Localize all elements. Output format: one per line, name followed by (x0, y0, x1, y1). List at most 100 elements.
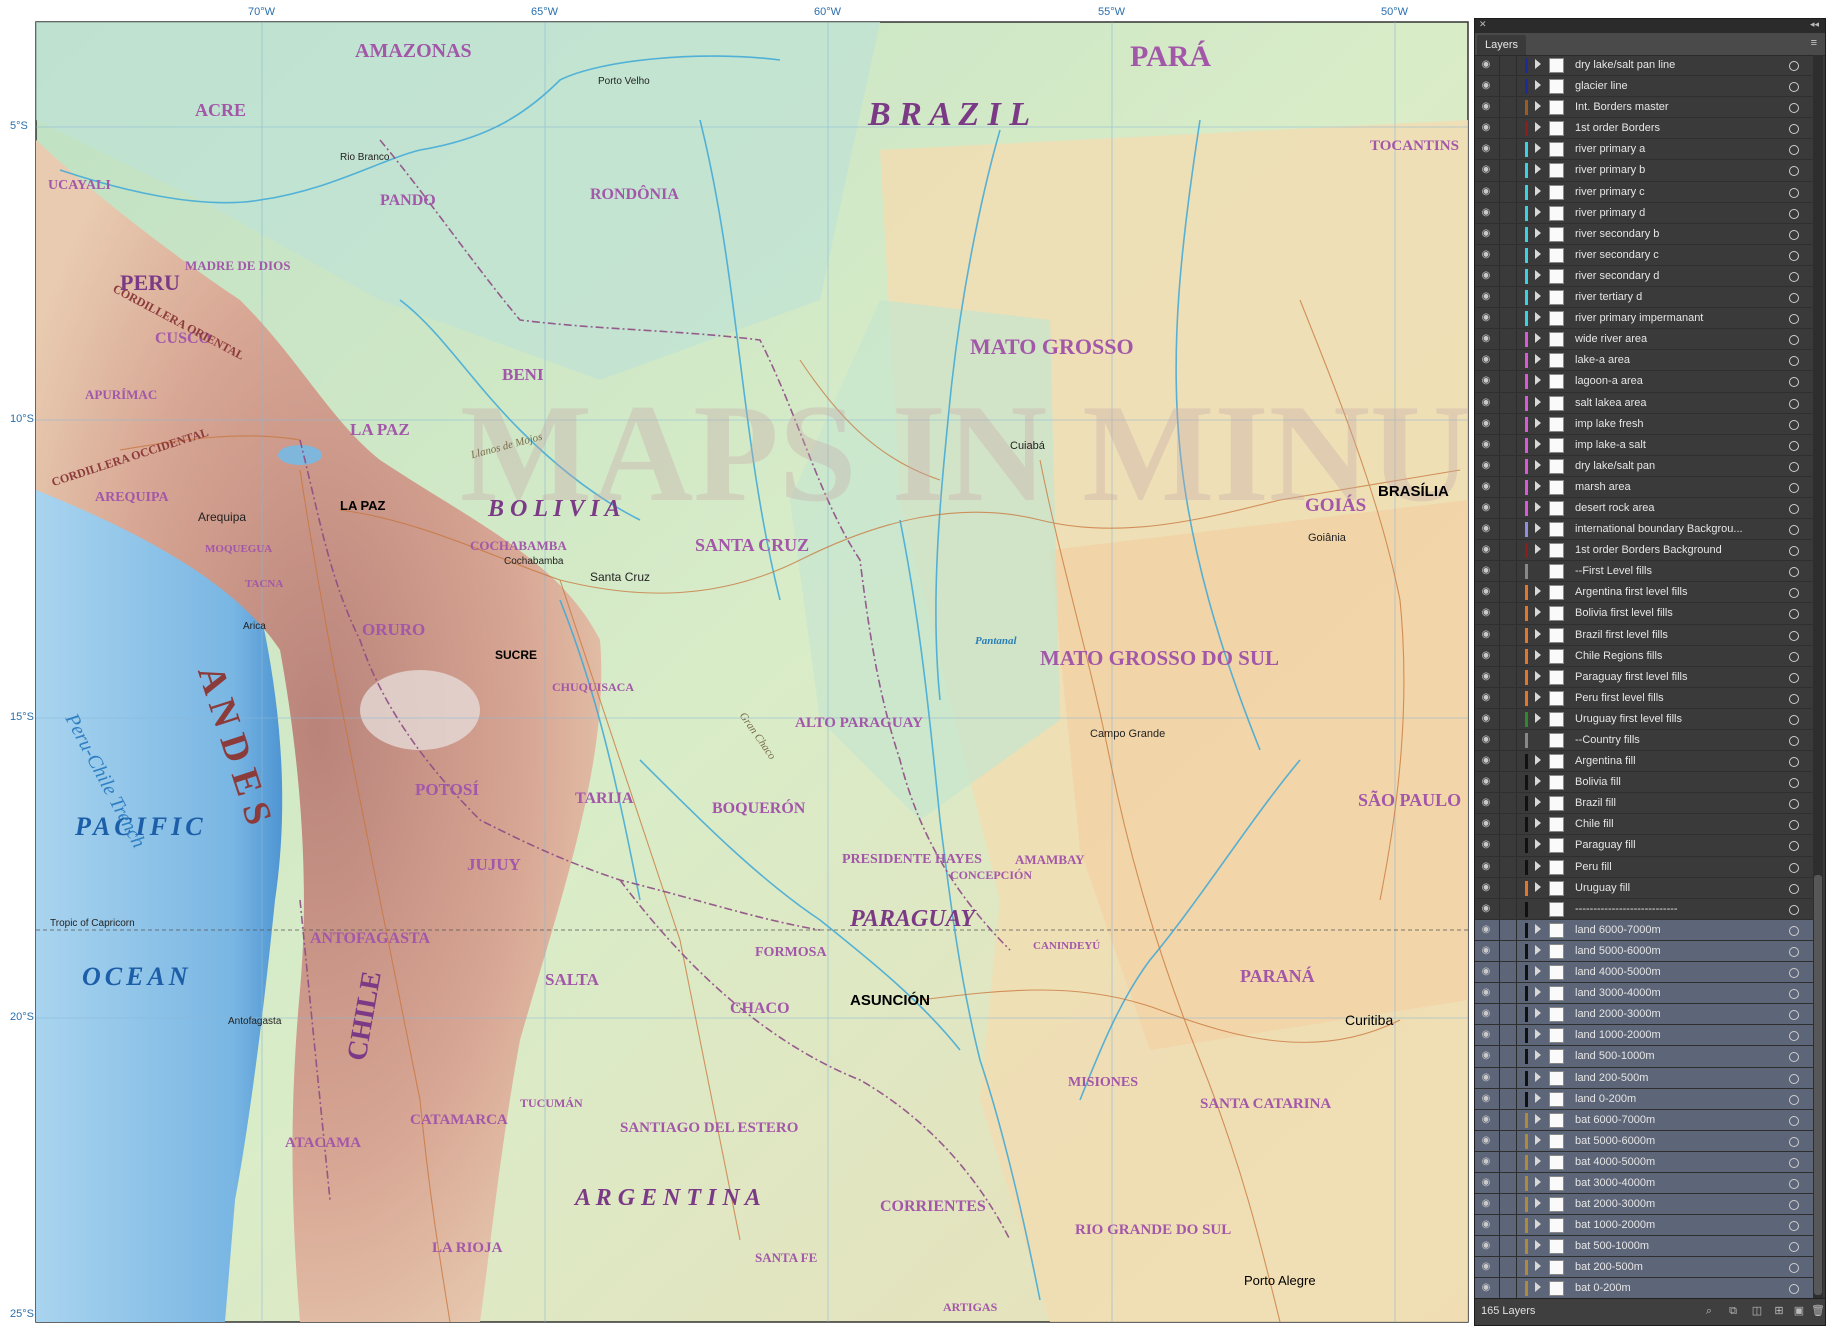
layer-row[interactable]: ◉ river primary d (1475, 202, 1813, 224)
eye-icon[interactable]: ◉ (1479, 924, 1493, 936)
expand-triangle-icon[interactable] (1535, 227, 1541, 238)
eye-icon[interactable]: ◉ (1479, 861, 1493, 873)
layer-row[interactable]: ◉ Brazil first level fills (1475, 624, 1813, 646)
lock-toggle[interactable] (1499, 160, 1517, 181)
layer-row[interactable]: ◉ bat 5000-6000m (1475, 1130, 1813, 1152)
layer-name[interactable]: glacier line (1575, 76, 1628, 97)
eye-icon[interactable]: ◉ (1479, 839, 1493, 851)
layer-row[interactable]: ◉ river primary impermanant (1475, 308, 1813, 330)
expand-triangle-icon[interactable] (1535, 923, 1541, 934)
lock-toggle[interactable] (1499, 413, 1517, 434)
lock-toggle[interactable] (1499, 223, 1517, 244)
layer-row[interactable]: ◉ Brazil fill (1475, 793, 1813, 815)
layer-name[interactable]: Brazil fill (1575, 793, 1616, 814)
lock-toggle[interactable] (1499, 497, 1517, 519)
lock-toggle[interactable] (1499, 687, 1517, 708)
lock-toggle[interactable] (1499, 814, 1517, 835)
eye-icon[interactable]: ◉ (1479, 797, 1493, 809)
layer-name[interactable]: bat 3000-4000m (1575, 1173, 1655, 1194)
lock-toggle[interactable] (1499, 603, 1517, 624)
layer-row[interactable]: ◉ land 6000-7000m (1475, 919, 1813, 941)
lock-toggle[interactable] (1499, 793, 1517, 814)
lock-toggle[interactable] (1499, 1257, 1517, 1278)
layer-name[interactable]: land 500-1000m (1575, 1046, 1655, 1067)
layer-name[interactable]: 1st order Borders (1575, 118, 1660, 139)
layer-row[interactable]: ◉ glacier line (1475, 76, 1813, 98)
layer-name[interactable]: land 6000-7000m (1575, 920, 1661, 941)
lock-toggle[interactable] (1499, 1215, 1517, 1236)
lock-toggle[interactable] (1499, 181, 1517, 202)
lock-toggle[interactable] (1499, 730, 1517, 751)
expand-triangle-icon[interactable] (1535, 480, 1541, 491)
target-circle-icon[interactable] (1789, 335, 1799, 346)
lock-toggle[interactable] (1499, 329, 1517, 350)
layer-row[interactable]: ◉ lagoon-a area (1475, 371, 1813, 393)
layer-name[interactable]: bat 5000-6000m (1575, 1131, 1655, 1152)
target-circle-icon[interactable] (1789, 1242, 1799, 1253)
lock-toggle[interactable] (1499, 519, 1517, 540)
expand-triangle-icon[interactable] (1535, 501, 1541, 512)
lock-toggle[interactable] (1499, 308, 1517, 329)
target-circle-icon[interactable] (1789, 925, 1799, 936)
lock-toggle[interactable] (1499, 1236, 1517, 1257)
expand-triangle-icon[interactable] (1535, 1219, 1541, 1230)
lock-toggle[interactable] (1499, 434, 1517, 455)
target-circle-icon[interactable] (1789, 229, 1799, 240)
target-circle-icon[interactable] (1789, 1284, 1799, 1295)
eye-icon[interactable]: ◉ (1479, 1198, 1493, 1210)
layer-name[interactable]: bat 4000-5000m (1575, 1152, 1655, 1173)
target-circle-icon[interactable] (1789, 630, 1799, 641)
eye-icon[interactable]: ◉ (1479, 882, 1493, 894)
layer-name[interactable]: land 2000-3000m (1575, 1004, 1661, 1025)
eye-icon[interactable]: ◉ (1479, 439, 1493, 451)
target-circle-icon[interactable] (1789, 82, 1799, 93)
layer-row[interactable]: ◉ Paraguay first level fills (1475, 666, 1813, 688)
expand-triangle-icon[interactable] (1535, 839, 1541, 850)
eye-icon[interactable]: ◉ (1479, 354, 1493, 366)
target-circle-icon[interactable] (1789, 968, 1799, 979)
eye-icon[interactable]: ◉ (1479, 80, 1493, 92)
eye-icon[interactable]: ◉ (1479, 270, 1493, 282)
lock-toggle[interactable] (1499, 287, 1517, 308)
eye-icon[interactable]: ◉ (1479, 249, 1493, 261)
layer-row[interactable]: ◉ marsh area (1475, 476, 1813, 498)
target-circle-icon[interactable] (1789, 377, 1799, 388)
layer-name[interactable]: river tertiary d (1575, 287, 1642, 308)
layer-row[interactable]: ◉ Chile Regions fills (1475, 645, 1813, 667)
eye-icon[interactable]: ◉ (1479, 143, 1493, 155)
expand-triangle-icon[interactable] (1535, 797, 1541, 808)
expand-triangle-icon[interactable] (1535, 269, 1541, 280)
target-circle-icon[interactable] (1789, 883, 1799, 894)
target-circle-icon[interactable] (1789, 672, 1799, 683)
expand-triangle-icon[interactable] (1535, 291, 1541, 302)
new-layer-icon[interactable]: ▣ (1793, 1305, 1805, 1317)
expand-triangle-icon[interactable] (1535, 1155, 1541, 1166)
layer-name[interactable]: bat 2000-3000m (1575, 1194, 1655, 1215)
layer-row[interactable]: ◉ land 3000-4000m (1475, 983, 1813, 1005)
target-circle-icon[interactable] (1789, 461, 1799, 472)
target-circle-icon[interactable] (1789, 588, 1799, 599)
target-circle-icon[interactable] (1789, 862, 1799, 873)
expand-triangle-icon[interactable] (1535, 1240, 1541, 1251)
layer-row[interactable]: ◉ 1st order Borders (1475, 118, 1813, 140)
expand-triangle-icon[interactable] (1535, 649, 1541, 660)
eye-icon[interactable]: ◉ (1479, 207, 1493, 219)
expand-triangle-icon[interactable] (1535, 1029, 1541, 1040)
layer-name[interactable]: dry lake/salt pan line (1575, 55, 1675, 76)
layer-name[interactable]: Int. Borders master (1575, 97, 1669, 118)
expand-triangle-icon[interactable] (1535, 586, 1541, 597)
layer-row[interactable]: ◉ land 5000-6000m (1475, 940, 1813, 963)
layer-row[interactable]: ◉ Bolivia first level fills (1475, 603, 1813, 625)
layer-name[interactable]: Peru first level fills (1575, 688, 1664, 709)
expand-triangle-icon[interactable] (1535, 1071, 1541, 1082)
eye-icon[interactable]: ◉ (1479, 312, 1493, 324)
layer-row[interactable]: ◉ Uruguay fill (1475, 877, 1813, 899)
lock-toggle[interactable] (1499, 1151, 1517, 1172)
layer-row[interactable]: ◉ 1st order Borders Background (1475, 540, 1813, 562)
layer-row[interactable]: ◉ Argentina fill (1475, 751, 1813, 773)
layer-name[interactable]: Paraguay fill (1575, 835, 1636, 856)
target-circle-icon[interactable] (1789, 841, 1799, 852)
eye-icon[interactable]: ◉ (1479, 397, 1493, 409)
eye-icon[interactable]: ◉ (1479, 186, 1493, 198)
eye-icon[interactable]: ◉ (1479, 1114, 1493, 1126)
